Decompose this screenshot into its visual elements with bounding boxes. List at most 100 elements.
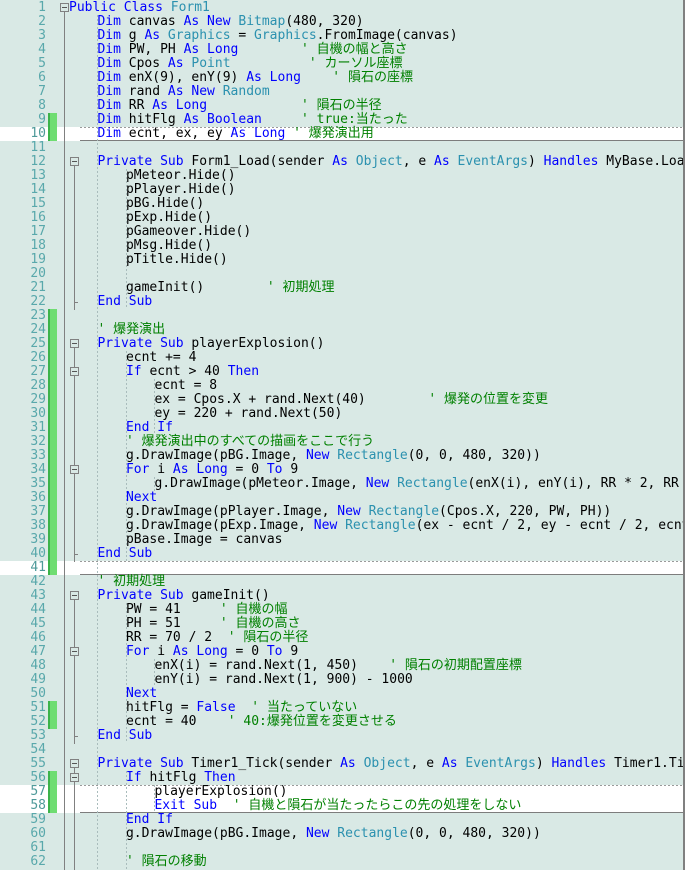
code-token-p: 9 [290,644,299,659]
code-token-k: Dim [97,70,129,85]
outlining-column[interactable] [56,0,80,870]
code-token-k: As Long [172,462,236,477]
code-line[interactable]: Private Sub Timer1_Tick(sender As Object… [97,756,683,771]
code-line[interactable]: For i As Long = 0 To 9 [126,645,298,659]
code-line[interactable]: ' 爆発演出 [97,323,165,337]
code-token-p: (480, 320) [285,14,364,29]
code-line[interactable]: pMsg.Hide() [126,239,212,253]
fold-toggle-icon[interactable] [70,759,79,768]
code-line[interactable]: Dim PW, PH As Long ' 自機の幅と高さ [97,43,407,57]
code-line[interactable]: End Sub [97,729,152,743]
code-line[interactable]: pExp.Hide() [126,211,212,225]
code-line[interactable]: pBase.Image = canvas [126,533,283,547]
code-line[interactable]: g.DrawImage(pBG.Image, New Rectangle(0, … [126,449,541,463]
fold-toggle-icon[interactable] [70,157,79,166]
code-token-p: g.DrawImage(pExp.Image, [125,518,314,533]
code-line[interactable]: If hitFlg Then [126,771,236,785]
code-line[interactable]: g.DrawImage(pPlayer.Image, New Rectangle… [126,505,611,519]
code-line[interactable]: pGameover.Hide() [126,225,251,239]
fold-toggle-icon[interactable] [70,591,79,600]
code-line[interactable]: Dim Cpos As Point ' カーソル座標 [97,57,402,71]
code-token-k: Private Sub [97,336,192,351]
code-token-p: , e [402,154,435,169]
code-line[interactable]: ecnt += 4 [126,351,196,365]
code-token-p: enY(i) = rand.Next(1, 900) - 1000 [154,672,413,687]
code-token-k: As [340,756,364,771]
code-token-p: ecnt = 40 [125,714,197,729]
code-token-k: End Sub [97,294,153,309]
code-line[interactable]: Next [126,491,157,505]
code-line[interactable]: Dim RR As Long ' 隕石の半径 [97,99,381,113]
code-token-p: ey = 220 + rand.Next(50) [154,406,343,421]
code-line[interactable]: ' 初期処理 [97,575,165,589]
code-token-c: ' 隕石の半径 [300,98,382,113]
fold-toggle-icon[interactable] [70,465,79,474]
code-line[interactable]: ecnt = 8 [154,379,217,393]
code-line[interactable]: ' 隕石の移動 [126,855,207,869]
code-token-c: ' 爆発演出 [97,322,166,337]
code-line[interactable]: ecnt = 40 ' 40:爆発位置を変更させる [126,715,397,729]
fold-toggle-icon[interactable] [60,3,69,12]
code-line[interactable]: Dim enX(9), enY(9) As Long ' 隕石の座標 [97,71,412,85]
code-line[interactable]: If ecnt > 40 Then [126,365,259,379]
code-line[interactable]: PH = 51 ' 自機の高さ [126,617,301,631]
code-token-k: As Long [183,42,239,57]
code-line[interactable]: enY(i) = rand.Next(1, 900) - 1000 [154,673,412,687]
fold-toggle-icon[interactable] [70,647,79,656]
code-token-p [366,392,429,407]
code-line[interactable]: End Sub [97,295,152,309]
code-line[interactable]: Private Sub playerExplosion() [97,337,324,351]
code-token-t: EventArgs [465,756,536,771]
code-token-t: Rectangle [337,448,408,463]
code-line[interactable]: Public Class Form1 [69,1,210,15]
code-token-p: MyBase.Load [606,154,685,169]
code-line[interactable]: End Sub [97,547,152,561]
code-token-p: pTitle.Hide() [125,252,228,267]
code-line[interactable]: g.DrawImage(pExp.Image, New Rectangle(ex… [125,518,683,533]
code-line[interactable]: Dim hitFlg As Boolean ' true:当たった [97,113,407,127]
code-line[interactable]: Private Sub Form1_Load(sender As Object,… [97,154,685,169]
code-token-k: End If [125,812,173,827]
code-line[interactable]: Next [126,687,157,701]
code-line[interactable]: For i As Long = 0 To 9 [126,463,298,477]
code-line[interactable]: PW = 41 ' 自機の幅 [126,603,288,617]
code-token-t: Rectangle [397,476,468,491]
code-token-c: ' 隕石の初期配置座標 [389,658,522,673]
code-line[interactable]: End If [126,813,173,827]
code-editor[interactable]: 1 2 3 4 5 6 7 8 9 10 11 12 13 14 15 16 17 18 19 20 21 22 23 24 2… [0,0,685,870]
code-token-k: New [305,826,338,841]
code-token-p: RR = 70 / 2 [125,630,213,645]
code-token-k: To [266,462,291,477]
code-line[interactable]: pTitle.Hide() [126,253,228,267]
code-line[interactable]: ex = Cpos.X + rand.Next(40) ' 爆発の位置を変更 [154,393,548,407]
code-line[interactable]: End If [126,421,173,435]
code-token-p [301,70,332,85]
code-token-k: For [125,644,158,659]
fold-toggle-icon[interactable] [70,773,79,782]
code-token-k: False [196,700,236,715]
code-line[interactable]: Dim g As Graphics = Graphics.FromImage(c… [97,29,457,43]
code-token-k: Dim [97,112,129,127]
code-line[interactable]: g.DrawImage(pBG.Image, New Rectangle(0, … [126,827,541,841]
fold-toggle-icon[interactable] [70,367,79,376]
code-line[interactable]: playerExplosion() [154,785,287,799]
code-line[interactable]: pMeteor.Hide() [126,169,236,183]
code-line[interactable]: pPlayer.Hide() [126,183,236,197]
code-line[interactable]: RR = 70 / 2 ' 隕石の半径 [126,631,308,645]
code-token-t: Point [191,56,231,71]
code-line[interactable]: ' 爆発演出中のすべての描画をここで行う [126,435,374,449]
code-line[interactable]: Dim rand As New Random [97,85,269,99]
code-line[interactable]: enX(i) = rand.Next(1, 450) ' 隕石の初期配置座標 [154,659,521,673]
code-token-p: (enX(i), enY(i), RR * 2, RR * 2)) [467,476,679,491]
code-line[interactable]: Private Sub gameInit() [97,589,269,603]
code-line[interactable]: hitFlg = False ' 当たっていない [126,701,357,715]
code-token-k: Dim [97,84,129,99]
code-line[interactable]: g.DrawImage(pMeteor.Image, New Rectangle… [154,476,683,491]
code-line[interactable]: ey = 220 + rand.Next(50) [154,407,342,421]
code-line[interactable]: pBG.Hide() [126,197,204,211]
code-line[interactable]: gameInit() ' 初期処理 [126,281,335,295]
fold-toggle-icon[interactable] [70,339,79,348]
code-line[interactable]: Dim ecnt, ex, ey As Long ' 爆発演出用 [97,127,373,141]
code-line[interactable]: Dim canvas As New Bitmap(480, 320) [97,15,363,29]
code-line[interactable]: Exit Sub ' 自機と隕石が当たったらこの先の処理をしない [154,799,521,813]
